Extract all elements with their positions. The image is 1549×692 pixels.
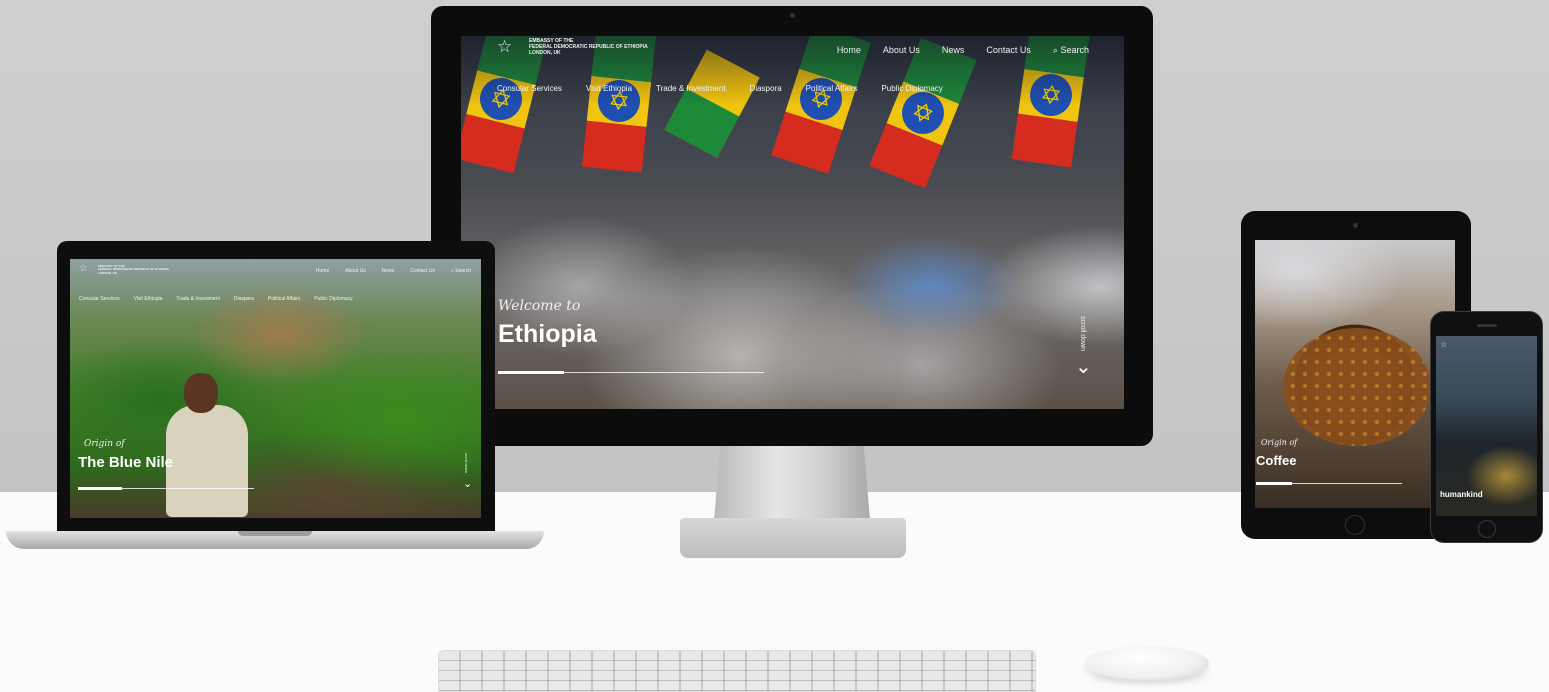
nav-public-diplomacy[interactable]: Public Diplomacy bbox=[881, 84, 942, 93]
embassy-logo-text[interactable]: EMBASSY OF THE FEDERAL DEMOCRATIC REPUBL… bbox=[529, 38, 648, 56]
keyboard bbox=[438, 650, 1036, 692]
home-button[interactable] bbox=[1478, 520, 1496, 538]
nav-diaspora[interactable]: Diaspora bbox=[234, 296, 254, 302]
search-icon: ⌕ bbox=[450, 268, 454, 274]
nav-home[interactable]: Home bbox=[316, 268, 329, 274]
hero-title: The Blue Nile bbox=[78, 454, 174, 471]
camera-icon bbox=[790, 13, 795, 18]
scroll-down-label[interactable]: scroll down bbox=[1079, 316, 1086, 351]
hero-welcome: Origin of bbox=[1261, 438, 1298, 447]
nav-trade-investment[interactable]: Trade & Investment bbox=[656, 84, 726, 93]
laptop-site-screen: ☆ EMBASSY OF THE FEDERAL DEMOCRATIC REPU… bbox=[70, 259, 481, 518]
nav-visit-ethiopia[interactable]: Visit Ethiopia bbox=[586, 84, 632, 93]
logo-line: LONDON, UK bbox=[529, 49, 561, 56]
home-button[interactable] bbox=[1345, 515, 1365, 535]
mouse bbox=[1085, 646, 1209, 680]
star-logo-icon[interactable]: ☆ bbox=[497, 37, 512, 57]
nav-visit-ethiopia[interactable]: Visit Ethiopia bbox=[134, 296, 163, 302]
nav-about-us[interactable]: About Us bbox=[345, 268, 366, 274]
hero-welcome: Welcome to bbox=[498, 298, 581, 314]
embassy-logo-text[interactable]: EMBASSY OF THE FEDERAL DEMOCRATIC REPUBL… bbox=[98, 264, 169, 275]
search-button[interactable]: ⌕ Search bbox=[451, 268, 471, 274]
nav-consular-services[interactable]: Consular Services bbox=[79, 296, 120, 302]
nav-political-affairs[interactable]: Political Affairs bbox=[806, 84, 858, 93]
search-label: Search bbox=[455, 268, 471, 274]
device-mockup-scene: ✡ ✡ ✡ ✡ ✡ ☆ EMBASSY OF THE FEDERAL DEMOC… bbox=[0, 0, 1549, 692]
nav-news[interactable]: News bbox=[382, 268, 395, 274]
hero-title: humankind bbox=[1440, 490, 1483, 499]
nav-public-diplomacy[interactable]: Public Diplomacy bbox=[314, 296, 352, 302]
chevron-down-icon[interactable]: ⌄ bbox=[1075, 354, 1092, 379]
coffee-beans-photo bbox=[1283, 328, 1431, 446]
nav-consular-services[interactable]: Consular Services bbox=[497, 84, 562, 93]
laptop-notch bbox=[238, 531, 312, 536]
logo-line: LONDON, UK bbox=[98, 270, 117, 275]
nav-contact-us[interactable]: Contact Us bbox=[410, 268, 435, 274]
man-photo bbox=[166, 365, 248, 517]
nav-trade-investment[interactable]: Trade & Investment bbox=[176, 296, 219, 302]
phone-site-screen: ☆ humankind bbox=[1436, 336, 1537, 516]
desktop-site-screen: ✡ ✡ ✡ ✡ ✡ ☆ EMBASSY OF THE FEDERAL DEMOC… bbox=[461, 36, 1124, 409]
main-nav: Consular Services Visit Ethiopia Trade &… bbox=[497, 84, 943, 93]
nav-contact-us[interactable]: Contact Us bbox=[986, 45, 1031, 56]
hero-progress-line bbox=[1256, 482, 1402, 485]
tablet-site-screen: Origin of Coffee bbox=[1255, 240, 1455, 508]
top-nav: Home About Us News Contact Us ⌕ Search bbox=[837, 45, 1089, 56]
chevron-down-icon[interactable]: ⌄ bbox=[463, 477, 472, 490]
nav-home[interactable]: Home bbox=[837, 45, 861, 56]
star-logo-icon[interactable]: ☆ bbox=[79, 263, 88, 274]
nav-political-affairs[interactable]: Political Affairs bbox=[268, 296, 300, 302]
top-nav: Home About Us News Contact Us ⌕ Search bbox=[316, 268, 471, 274]
hero-title: Coffee bbox=[1256, 453, 1297, 468]
star-logo-icon[interactable]: ☆ bbox=[1440, 340, 1447, 349]
nav-news[interactable]: News bbox=[942, 45, 965, 56]
hero-progress-line bbox=[78, 487, 254, 490]
nav-diaspora[interactable]: Diaspora bbox=[750, 84, 782, 93]
scroll-down-label[interactable]: scroll down bbox=[464, 453, 469, 473]
main-nav: Consular Services Visit Ethiopia Trade &… bbox=[79, 296, 353, 302]
search-label: Search bbox=[1060, 45, 1089, 55]
search-button[interactable]: ⌕ Search bbox=[1053, 45, 1089, 56]
imac-foot bbox=[680, 518, 906, 558]
speaker bbox=[1477, 324, 1497, 327]
search-icon: ⌕ bbox=[1052, 45, 1058, 55]
hero-welcome: Origin of bbox=[84, 439, 125, 449]
hero-progress-line bbox=[498, 371, 764, 374]
nav-about-us[interactable]: About Us bbox=[883, 45, 920, 56]
hero-title: Ethiopia bbox=[498, 320, 597, 348]
imac-stand bbox=[714, 446, 870, 520]
camera-icon bbox=[1353, 223, 1358, 228]
